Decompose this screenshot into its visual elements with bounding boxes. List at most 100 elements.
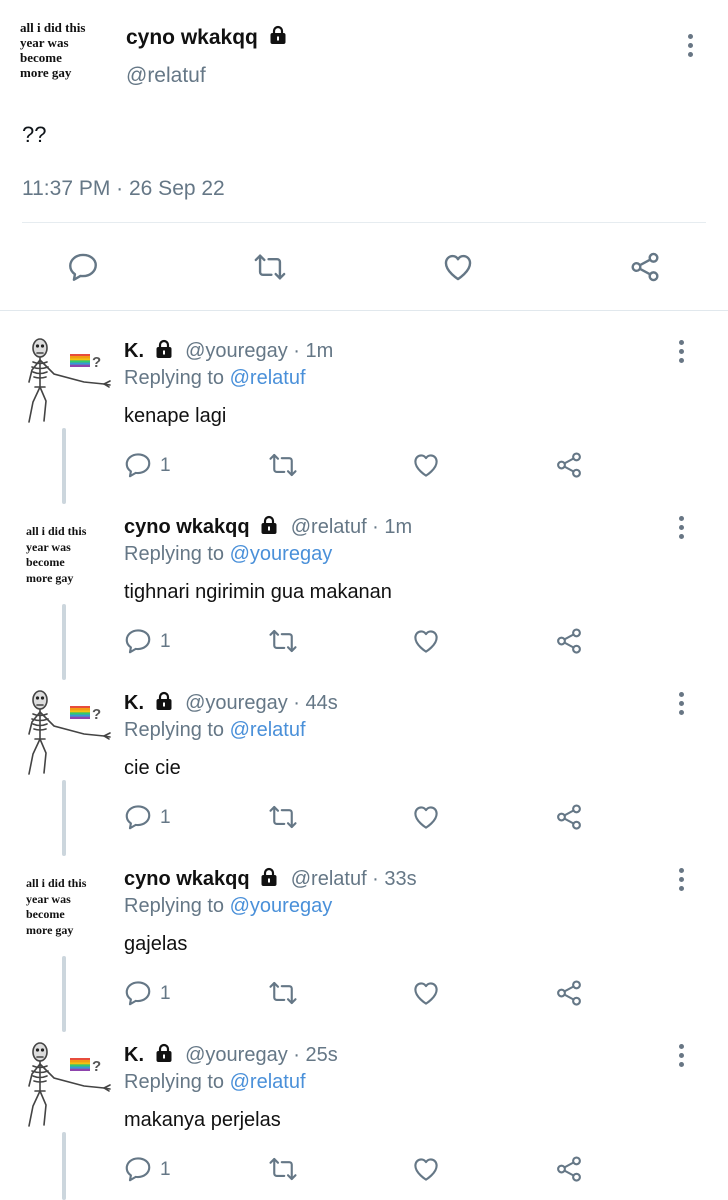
- main-tweet-text: ??: [22, 122, 47, 147]
- main-author-handle[interactable]: @relatuf: [126, 64, 206, 88]
- author-name-text: cyno wkakqq: [124, 868, 250, 890]
- replying-label: Replying to: [124, 719, 225, 741]
- replying-to-link[interactable]: @relatuf: [230, 719, 306, 741]
- author-handle: @relatuf · 1m: [290, 516, 413, 538]
- like-icon[interactable]: [441, 250, 475, 284]
- author-name-text: cyno wkakqq: [124, 516, 250, 538]
- share-icon[interactable]: [554, 1154, 584, 1184]
- reply-text: gajelas: [124, 933, 188, 955]
- reply-icon[interactable]: [123, 626, 153, 656]
- like-icon[interactable]: [411, 802, 441, 832]
- replying-label: Replying to: [124, 895, 225, 917]
- author-handle: @youregay · 44s: [185, 692, 338, 714]
- avatar-text-line: year was: [26, 539, 71, 554]
- avatar-text-line: all i did this: [26, 876, 87, 890]
- avatar-text[interactable]: all i did this year was become more gay: [26, 876, 116, 956]
- avatar-text-line: become: [26, 555, 65, 569]
- reply-author[interactable]: cyno wkakqq @relatuf · 1m: [124, 516, 412, 539]
- retweet-icon[interactable]: [253, 250, 287, 284]
- author-handle: @youregay · 1m: [185, 340, 334, 362]
- reply-count: 1: [160, 983, 171, 1004]
- thread-line: [62, 956, 66, 1032]
- replying-to-link[interactable]: @youregay: [230, 543, 333, 565]
- replying-to: Replying to @youregay: [124, 543, 332, 566]
- reply-count: 1: [160, 1159, 171, 1180]
- retweet-icon[interactable]: [268, 802, 298, 832]
- thread-line: [62, 1132, 66, 1200]
- author-name-text: K.: [124, 340, 144, 362]
- author-name-text: K.: [124, 1044, 144, 1066]
- like-icon[interactable]: [411, 1154, 441, 1184]
- lock-icon: [154, 1043, 174, 1063]
- replying-to-link[interactable]: @youregay: [230, 895, 333, 917]
- replying-label: Replying to: [124, 543, 225, 565]
- share-icon[interactable]: [628, 250, 662, 284]
- lock-icon: [259, 867, 279, 887]
- main-avatar[interactable]: all i did this year was become more gay: [20, 20, 112, 100]
- retweet-icon[interactable]: [268, 1154, 298, 1184]
- reply-text: kenape lagi: [124, 405, 227, 427]
- author-name-text: cyno wkakqq: [126, 26, 258, 49]
- replying-label: Replying to: [124, 1071, 225, 1093]
- reply-icon[interactable]: [123, 1154, 153, 1184]
- author-handle: @relatuf · 33s: [290, 868, 417, 890]
- share-icon[interactable]: [554, 626, 584, 656]
- avatar-text-line: more gay: [26, 922, 74, 937]
- like-icon[interactable]: [411, 626, 441, 656]
- author-handle: @youregay · 25s: [185, 1044, 338, 1066]
- replying-to: Replying to @relatuf: [124, 719, 306, 742]
- more-options-icon[interactable]: [678, 34, 702, 62]
- reply-author[interactable]: K. @youregay · 1m: [124, 340, 333, 363]
- replying-to: Replying to @relatuf: [124, 367, 306, 390]
- main-tweet-timestamp[interactable]: 11:37 PM · 26 Sep 22: [22, 177, 225, 201]
- replying-to: Replying to @relatuf: [124, 1071, 306, 1094]
- replying-to-link[interactable]: @relatuf: [230, 1071, 306, 1093]
- reply-count: 1: [160, 631, 171, 652]
- reply-author[interactable]: cyno wkakqq @relatuf · 33s: [124, 868, 417, 891]
- retweet-icon[interactable]: [268, 978, 298, 1008]
- reply-icon[interactable]: [123, 802, 153, 832]
- lock-icon: [154, 339, 174, 359]
- avatar-skeleton[interactable]: [18, 1040, 114, 1130]
- more-options-icon[interactable]: [669, 516, 693, 544]
- divider: [22, 222, 706, 223]
- more-options-icon[interactable]: [669, 1044, 693, 1072]
- thread-line: [62, 604, 66, 680]
- like-icon[interactable]: [411, 978, 441, 1008]
- avatar-text-line: more gay: [26, 570, 74, 585]
- divider: [0, 310, 728, 311]
- author-name-text: K.: [124, 692, 144, 714]
- reply-icon[interactable]: [123, 978, 153, 1008]
- avatar-text[interactable]: all i did this year was become more gay: [26, 524, 116, 604]
- share-icon[interactable]: [554, 978, 584, 1008]
- more-options-icon[interactable]: [669, 340, 693, 368]
- avatar-text-line: become: [26, 907, 65, 921]
- more-options-icon[interactable]: [669, 868, 693, 896]
- avatar-skeleton[interactable]: [18, 336, 114, 426]
- replying-label: Replying to: [124, 367, 225, 389]
- like-icon[interactable]: [411, 450, 441, 480]
- replying-to: Replying to @youregay: [124, 895, 332, 918]
- more-options-icon[interactable]: [669, 692, 693, 720]
- retweet-icon[interactable]: [268, 450, 298, 480]
- lock-icon: [259, 515, 279, 535]
- reply-author[interactable]: K. @youregay · 44s: [124, 692, 338, 715]
- avatar-text-line: all i did this: [26, 524, 87, 538]
- share-icon[interactable]: [554, 802, 584, 832]
- reply-author[interactable]: K. @youregay · 25s: [124, 1044, 338, 1067]
- reply-count: 1: [160, 455, 171, 476]
- avatar-text-line: all i did this: [20, 20, 86, 35]
- lock-icon: [268, 25, 288, 45]
- retweet-icon[interactable]: [268, 626, 298, 656]
- share-icon[interactable]: [554, 450, 584, 480]
- thread-line: [62, 780, 66, 856]
- avatar-text-line: year was: [20, 35, 69, 50]
- reply-text: tighnari ngirimin gua makanan: [124, 581, 392, 603]
- replying-to-link[interactable]: @relatuf: [230, 367, 306, 389]
- main-author-name[interactable]: cyno wkakqq: [126, 26, 288, 50]
- reply-text: makanya perjelas: [124, 1109, 281, 1131]
- avatar-text-line: year was: [26, 891, 71, 906]
- reply-icon[interactable]: [123, 450, 153, 480]
- avatar-skeleton[interactable]: [18, 688, 114, 778]
- reply-icon[interactable]: [66, 250, 100, 284]
